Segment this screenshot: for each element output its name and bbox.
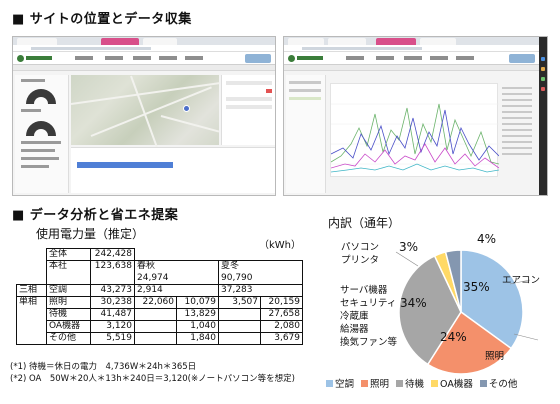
- legend-swatch-icon: [479, 379, 487, 387]
- legend-item: OA機器: [431, 376, 473, 390]
- table-cell: 夏冬: [218, 260, 303, 273]
- table-cell: 37,283: [218, 284, 303, 297]
- table-cell: 三相: [16, 284, 47, 297]
- table-cell: 2,080: [260, 320, 303, 333]
- section-heading-analysis: ■ データ分析と省エネ提案: [12, 208, 179, 223]
- device-filter-panel: [286, 75, 326, 193]
- table-cell: 24,974: [134, 272, 219, 285]
- gauge-icon: [26, 121, 56, 136]
- table-cell: 3,120: [90, 320, 135, 333]
- slice-label-standby: サーバ機器 セキュリティ 冷蔵庫 給湯器 換気ファン等: [340, 285, 398, 348]
- slice-label-oa: パソコン プリンタ: [341, 242, 380, 266]
- table-cell: 1,040: [176, 320, 219, 333]
- legend-item: 待機: [396, 376, 424, 390]
- screenshot-site-map: [12, 36, 276, 196]
- brand-badge-icon: [509, 54, 535, 63]
- table-cell: 2,914: [134, 284, 219, 297]
- table-cell: 3,507: [218, 296, 261, 309]
- table-cell: 1,840: [176, 332, 219, 345]
- legend-item: 空調: [326, 376, 354, 390]
- section-heading-site: ■ サイトの位置とデータ収集: [12, 12, 192, 27]
- table-cell: 照明: [46, 296, 91, 309]
- footnote: (*2) OA 50W＊20人＊13h＊240日＝3,120(※ノートパソコン等…: [10, 374, 295, 384]
- table-cell: 22,060: [134, 296, 177, 309]
- table-row: 待機 41,487 13,829 27,658: [16, 308, 303, 321]
- browser-tab-bar: [13, 37, 275, 45]
- usage-table-title: 使用電力量（推定）: [36, 227, 145, 241]
- table-cell: 123,638: [90, 260, 135, 273]
- table-cell: 41,487: [90, 308, 135, 321]
- legend-label: 照明: [370, 379, 390, 390]
- footnotes: (*1) 待機＝休日の電力 4,736W＊24h＊365日 (*2) OA 50…: [10, 361, 295, 385]
- gauge-icon: [26, 89, 56, 104]
- table-cell: 43,273: [90, 284, 135, 297]
- legend-label: その他: [488, 379, 518, 390]
- app-header: [284, 52, 547, 65]
- browser-url-bar: [13, 45, 275, 52]
- table-cell: 10,079: [176, 296, 219, 309]
- slice-value-aircon: 35%: [463, 280, 490, 294]
- browser-tab-bar: [284, 37, 547, 45]
- pie-legend: 空調 照明 待機 OA機器 その他: [326, 376, 517, 390]
- location-pin-icon: [183, 105, 190, 112]
- table-cell: 20,159: [260, 296, 303, 309]
- gauge-panel: [15, 75, 69, 193]
- legend-item: その他: [479, 376, 518, 390]
- usage-bar: [77, 162, 173, 168]
- table-row: 全体 242,428: [17, 248, 303, 261]
- table-cell: 待機: [46, 308, 91, 321]
- slice-label-aircon: エアコン: [502, 275, 541, 286]
- table-row: OA機器 3,120 1,040 2,080: [16, 320, 303, 333]
- legend-swatch-icon: [326, 379, 333, 387]
- legend-swatch-icon: [431, 379, 439, 387]
- usage-table: 全体 242,428 本社 123,638 春秋 夏冬 24,974 90,79…: [16, 248, 303, 345]
- table-cell: 3,679: [260, 332, 303, 345]
- table-row: 24,974 90,790: [17, 272, 303, 285]
- green-wise-logo-icon: [17, 55, 24, 62]
- table-cell: 5,519: [90, 332, 135, 345]
- table-cell: 本社: [46, 260, 91, 273]
- legend-item: 照明: [361, 376, 389, 390]
- chart-legend: [502, 83, 542, 183]
- table-cell: OA機器: [46, 320, 91, 333]
- brand-badge-icon: [245, 54, 271, 63]
- table-row: 単相 照明 30,238 22,060 10,079 3,507 20,159: [16, 296, 303, 309]
- site-map: [70, 75, 220, 152]
- table-cell: 単相: [16, 296, 47, 309]
- table-cell: 242,428: [90, 248, 135, 261]
- table-cell: 30,238: [90, 296, 135, 309]
- slice-value-lighting: 24%: [440, 330, 467, 344]
- slice-label-lighting: 照明: [485, 351, 505, 362]
- green-wise-logo-icon: [288, 55, 295, 62]
- legend-label: 待機: [405, 379, 425, 390]
- browser-url-bar: [284, 45, 547, 52]
- table-cell: 全体: [46, 248, 91, 261]
- app-header: [13, 52, 275, 65]
- slice-value-standby: 34%: [400, 296, 427, 310]
- footnote: (*1) 待機＝休日の電力 4,736W＊24h＊365日: [10, 362, 197, 372]
- legend-label: 空調: [335, 379, 355, 390]
- table-cell: その他: [46, 332, 91, 345]
- taskbar: [539, 37, 547, 195]
- table-row: 本社 123,638 春秋 夏冬: [17, 260, 303, 273]
- legend-swatch-icon: [361, 379, 369, 387]
- table-cell: 空調: [46, 284, 91, 297]
- screenshot-data-chart: [283, 36, 548, 196]
- legend-label: OA機器: [440, 379, 473, 390]
- table-cell: 27,658: [260, 308, 303, 321]
- alerts-panel: [221, 75, 275, 145]
- leader-line-0: [395, 251, 419, 267]
- usage-panel: [71, 147, 275, 193]
- table-row: その他 5,519 1,840 3,679: [16, 332, 303, 345]
- slice-value-oa: 3%: [399, 240, 419, 254]
- table-cell: 春秋: [134, 260, 219, 273]
- time-series-chart: [330, 83, 500, 177]
- table-cell: 13,829: [176, 308, 219, 321]
- slice-value-other: 4%: [477, 232, 497, 246]
- legend-swatch-icon: [396, 379, 404, 387]
- table-cell: 90,790: [218, 272, 303, 285]
- table-row: 三相 空調 43,273 2,914 37,283: [16, 284, 303, 297]
